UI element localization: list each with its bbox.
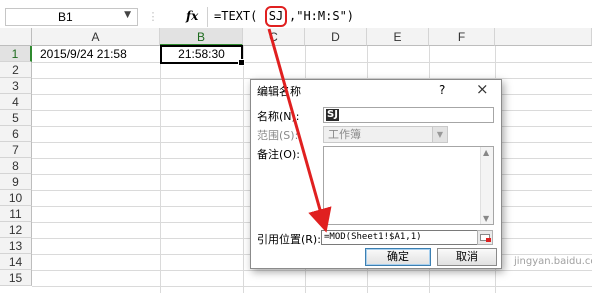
- column-header-c[interactable]: C: [243, 28, 305, 46]
- column-header-d[interactable]: D: [305, 28, 367, 46]
- row-header-2[interactable]: 2: [0, 62, 32, 78]
- gridline: [32, 62, 592, 63]
- row-header-8[interactable]: 8: [0, 158, 32, 174]
- insert-function-icon[interactable]: fx: [186, 9, 198, 23]
- ok-button[interactable]: 确定: [365, 248, 431, 266]
- refers-to-label: 引用位置(R):: [257, 233, 321, 246]
- formula-suffix: ,"H:M:S"): [289, 9, 355, 23]
- row-header-5[interactable]: 5: [0, 110, 32, 126]
- scope-label: 范围(S):: [257, 129, 299, 142]
- row-header-10[interactable]: 10: [0, 190, 32, 206]
- watermark: jingyan.baidu.com: [514, 256, 592, 267]
- refers-to-input[interactable]: =MOD(Sheet1!$A1,1): [321, 230, 491, 245]
- chevron-down-icon[interactable]: ▼: [124, 10, 131, 20]
- more-icon[interactable]: ⋮: [146, 8, 160, 26]
- close-button[interactable]: ×: [476, 80, 489, 98]
- scope-value: 工作簿: [328, 128, 361, 141]
- chevron-down-icon: ▼: [432, 127, 447, 142]
- comment-scrollbar[interactable]: ▲ ▼: [480, 147, 493, 224]
- name-box[interactable]: B1 ▼: [5, 8, 138, 26]
- row-header-14[interactable]: 14: [0, 254, 32, 270]
- row-header-11[interactable]: 11: [0, 206, 32, 222]
- scroll-down-icon[interactable]: ▼: [483, 214, 489, 223]
- gridline: [32, 286, 592, 287]
- row-header-3[interactable]: 3: [0, 78, 32, 94]
- formula-input[interactable]: =TEXT( SJ ,"H:M:S"): [207, 6, 592, 27]
- cell-b1-selected[interactable]: 21:58:30: [160, 45, 245, 66]
- comment-textarea[interactable]: ▲ ▼: [323, 146, 494, 225]
- row-header-9[interactable]: 9: [0, 174, 32, 190]
- row-header-13[interactable]: 13: [0, 238, 32, 254]
- collapse-dialog-icon: [480, 234, 491, 242]
- name-input[interactable]: SJ: [323, 107, 494, 123]
- cell-b1-value: 21:58:30: [178, 47, 225, 61]
- name-input-value: SJ: [326, 109, 339, 121]
- row-header-4[interactable]: 4: [0, 94, 32, 110]
- column-header-f[interactable]: F: [429, 28, 495, 46]
- gridline: [243, 46, 244, 293]
- row-header-1[interactable]: 1: [0, 46, 32, 62]
- gridline: [160, 46, 161, 293]
- gridline: [32, 270, 592, 271]
- formula-buttons: ⋮ fx: [146, 8, 206, 26]
- name-box-value: B1: [58, 10, 73, 24]
- fill-handle[interactable]: [238, 59, 245, 66]
- formula-highlight-sj: SJ: [265, 6, 287, 27]
- row-header-15[interactable]: 15: [0, 270, 32, 286]
- range-select-button[interactable]: [477, 230, 493, 245]
- column-header-e[interactable]: E: [367, 28, 429, 46]
- name-label: 名称(N):: [257, 110, 300, 123]
- edit-name-dialog: 编辑名称 ? × 名称(N): SJ 范围(S): 工作簿 ▼ 备注(O): ▲…: [250, 79, 502, 269]
- select-all-corner[interactable]: [0, 28, 32, 46]
- cell-a1[interactable]: 2015/9/24 21:58: [40, 47, 127, 61]
- formula-prefix: =TEXT(: [214, 9, 258, 23]
- column-header-blank[interactable]: [495, 28, 592, 46]
- comment-label: 备注(O):: [257, 148, 300, 161]
- scope-select: 工作簿 ▼: [323, 126, 448, 143]
- dialog-title: 编辑名称: [257, 85, 301, 98]
- row-header-6[interactable]: 6: [0, 126, 32, 142]
- column-header-a[interactable]: A: [32, 28, 160, 46]
- row-header-12[interactable]: 12: [0, 222, 32, 238]
- scroll-up-icon[interactable]: ▲: [483, 148, 489, 157]
- help-button[interactable]: ?: [439, 83, 445, 97]
- row-header-7[interactable]: 7: [0, 142, 32, 158]
- formula-bar: B1 ▼ ⋮ fx =TEXT( SJ ,"H:M:S"): [0, 0, 592, 28]
- column-header-b[interactable]: B: [160, 28, 243, 46]
- cancel-button[interactable]: 取消: [437, 248, 497, 266]
